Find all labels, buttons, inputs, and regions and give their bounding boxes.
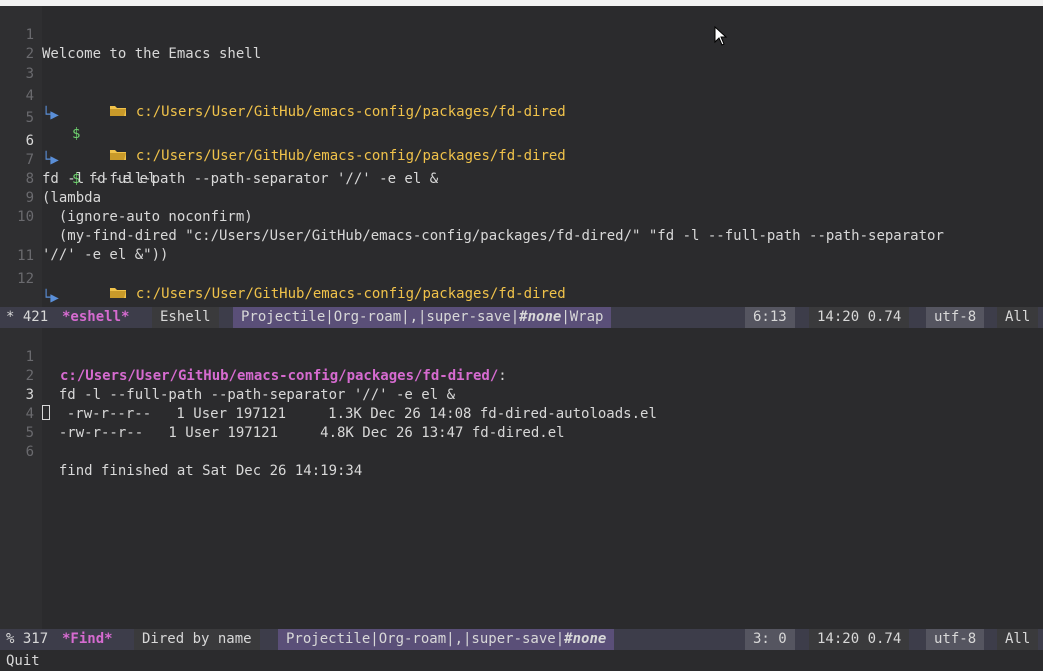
line-number: 6	[25, 444, 34, 460]
echo-area-message: Quit	[6, 653, 40, 669]
find-modeline[interactable]: % 317 *Find* Dired by name Projectile|Or…	[0, 629, 1043, 650]
modeline-time-load: 14:20 0.74	[809, 307, 910, 328]
eshell-output-line: 8 (lambda	[0, 151, 101, 206]
eshell-line: 1 Welcome to the Emacs shell	[0, 7, 262, 62]
modeline-buffer-name[interactable]: *Find*	[62, 629, 113, 650]
eshell-prompt-path-line: 11 c:/Users/User/GitHub/emacs-config/pac…	[0, 228, 566, 302]
dired-file-entry[interactable]: -rw-r--r-- 1 User 197121 4.8K Dec 26 13:…	[42, 424, 565, 443]
modeline-major-mode[interactable]: Eshell	[152, 307, 219, 328]
dired-file-row[interactable]: 3 -rw-r--r-- 1 User 197121 1.3K Dec 26 1…	[0, 367, 657, 422]
modeline-scroll: All	[997, 629, 1039, 650]
modeline-buffer-name[interactable]: *eshell*	[62, 307, 129, 328]
output-text: (my-find-dired "c:/Users/User/GitHub/ema…	[42, 228, 944, 244]
find-dired-window[interactable]: 1 c:/Users/User/GitHub/emacs-config/pack…	[0, 328, 1043, 629]
modeline-time-load: 14:20 0.74	[809, 629, 910, 650]
prompt-path: c:/Users/User/GitHub/emacs-config/packag…	[135, 148, 566, 164]
line-number: 12	[17, 271, 34, 287]
eshell-banner: Welcome to the Emacs shell	[42, 46, 262, 62]
modeline-position[interactable]: 3: 0	[745, 629, 795, 650]
dired-file-row[interactable]: 4 -rw-r--r-- 1 User 197121 4.8K Dec 26 1…	[0, 386, 565, 441]
mouse-pointer-icon	[714, 26, 728, 46]
modeline-scroll: All	[997, 307, 1039, 328]
eshell-prompt-line[interactable]: 12 └▶ $	[0, 251, 59, 306]
dired-directory-header: c:/Users/User/GitHub/emacs-config/packag…	[60, 368, 499, 384]
eshell-prompt-line[interactable]: 4 └▶ $	[0, 68, 81, 142]
eshell-output-line: '//' -e el &"))	[0, 208, 168, 263]
modeline-status: % 317	[6, 631, 57, 647]
emacs-frame: 1 Welcome to the Emacs shell 2 3 c:/User…	[0, 0, 1043, 671]
output-text: fd -l --full-path --path-separator '//' …	[42, 171, 439, 187]
prompt-arrow-icon: └▶	[42, 290, 59, 306]
eshell-output-line: 7 fd -l --full-path --path-separator '//…	[0, 132, 439, 187]
output-text: (lambda	[42, 190, 102, 206]
eshell-modeline[interactable]: * 421 *eshell* Eshell Projectile|Org-roa…	[0, 307, 1043, 328]
dired-header-line: 1 c:/Users/User/GitHub/emacs-config/pack…	[0, 329, 507, 384]
eshell-output-line: 10 (my-find-dired "c:/Users/User/GitHub/…	[0, 189, 944, 244]
eshell-window[interactable]: 1 Welcome to the Emacs shell 2 3 c:/User…	[0, 6, 1043, 307]
eshell-prompt-path-line: 5 c:/Users/User/GitHub/emacs-config/pack…	[0, 90, 566, 164]
dired-blank-line: 5	[0, 405, 51, 441]
dired-file-entry[interactable]: -rw-r--r-- 1 User 197121 1.3K Dec 26 14:…	[67, 406, 657, 422]
folder-icon	[110, 150, 127, 160]
modeline-minor-modes[interactable]: Projectile|Org-roam|,|super-save|#none	[278, 629, 615, 650]
eshell-output-line: 9 (ignore-auto noconfirm)	[0, 170, 253, 225]
eshell-line: 2	[0, 26, 51, 62]
prompt-path: c:/Users/User/GitHub/emacs-config/packag…	[135, 286, 566, 302]
folder-icon	[110, 106, 127, 116]
folder-icon	[110, 288, 127, 298]
modeline-minor-modes[interactable]: Projectile|Org-roam|,|super-save|#none|W…	[233, 307, 612, 328]
output-text: (ignore-auto noconfirm)	[42, 209, 253, 225]
dired-command: fd -l --full-path --path-separator '//' …	[42, 387, 456, 403]
modeline-position[interactable]: 6:13	[745, 307, 795, 328]
dired-command-line: 2 fd -l --full-path --path-separator '//…	[0, 348, 455, 403]
minibuffer[interactable]: Quit	[0, 651, 1043, 671]
modeline-status: * 421	[6, 309, 57, 325]
dired-status-line: 6 find finished at Sat Dec 26 14:19:34	[0, 424, 363, 479]
modeline-major-mode[interactable]: Dired by name	[134, 629, 260, 650]
eshell-prompt-line[interactable]: 6 └▶ $ fd -e el	[0, 113, 157, 187]
eshell-prompt-path-line: 3 c:/Users/User/GitHub/emacs-config/pack…	[0, 46, 566, 120]
modeline-encoding[interactable]: utf-8	[926, 307, 985, 328]
output-text: '//' -e el &"))	[42, 247, 169, 263]
modeline-encoding[interactable]: utf-8	[926, 629, 985, 650]
find-finished-message: find finished at Sat Dec 26 14:19:34	[42, 463, 363, 479]
prompt-path: c:/Users/User/GitHub/emacs-config/packag…	[135, 104, 566, 120]
